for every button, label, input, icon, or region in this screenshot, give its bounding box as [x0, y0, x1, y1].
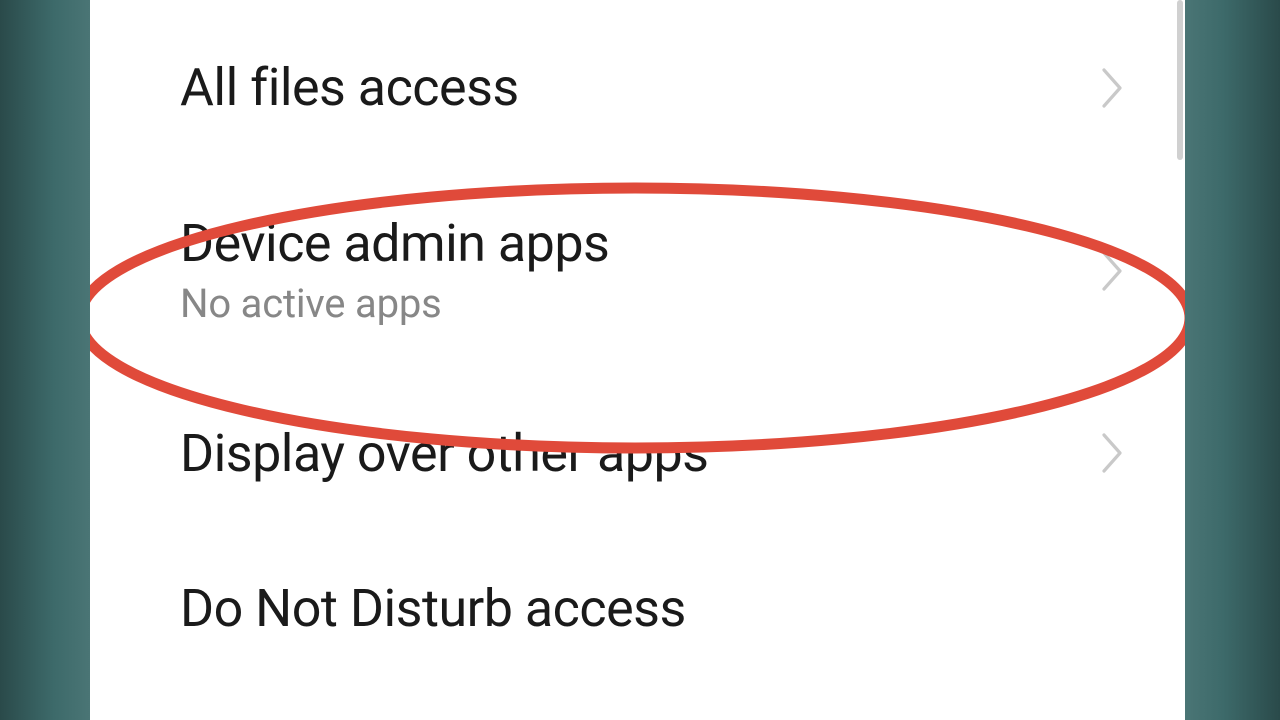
item-text: Device admin apps No active apps — [180, 214, 609, 328]
backdrop-left — [0, 0, 90, 720]
item-title: Device admin apps — [180, 214, 609, 274]
settings-item-device-admin-apps[interactable]: Device admin apps No active apps — [90, 166, 1185, 376]
chevron-right-icon — [1099, 66, 1125, 110]
chevron-right-icon — [1099, 431, 1125, 475]
settings-item-display-over-other-apps[interactable]: Display over other apps — [90, 376, 1185, 532]
settings-item-all-files-access[interactable]: All files access — [90, 10, 1185, 166]
item-text: Display over other apps — [180, 424, 709, 484]
item-text: All files access — [180, 58, 519, 118]
backdrop-right — [1185, 0, 1280, 720]
settings-list: All files access Device admin apps No ac… — [90, 0, 1185, 639]
chevron-right-icon — [1099, 249, 1125, 293]
settings-panel: All files access Device admin apps No ac… — [90, 0, 1185, 720]
scrollbar-thumb[interactable] — [1177, 0, 1183, 160]
item-title: All files access — [180, 58, 519, 118]
item-text: Do Not Disturb access — [180, 579, 686, 639]
item-subtitle: No active apps — [180, 280, 609, 328]
scrollbar[interactable] — [1175, 0, 1185, 720]
item-title: Do Not Disturb access — [180, 579, 686, 639]
settings-item-do-not-disturb-access[interactable]: Do Not Disturb access — [90, 531, 1185, 639]
item-title: Display over other apps — [180, 424, 709, 484]
